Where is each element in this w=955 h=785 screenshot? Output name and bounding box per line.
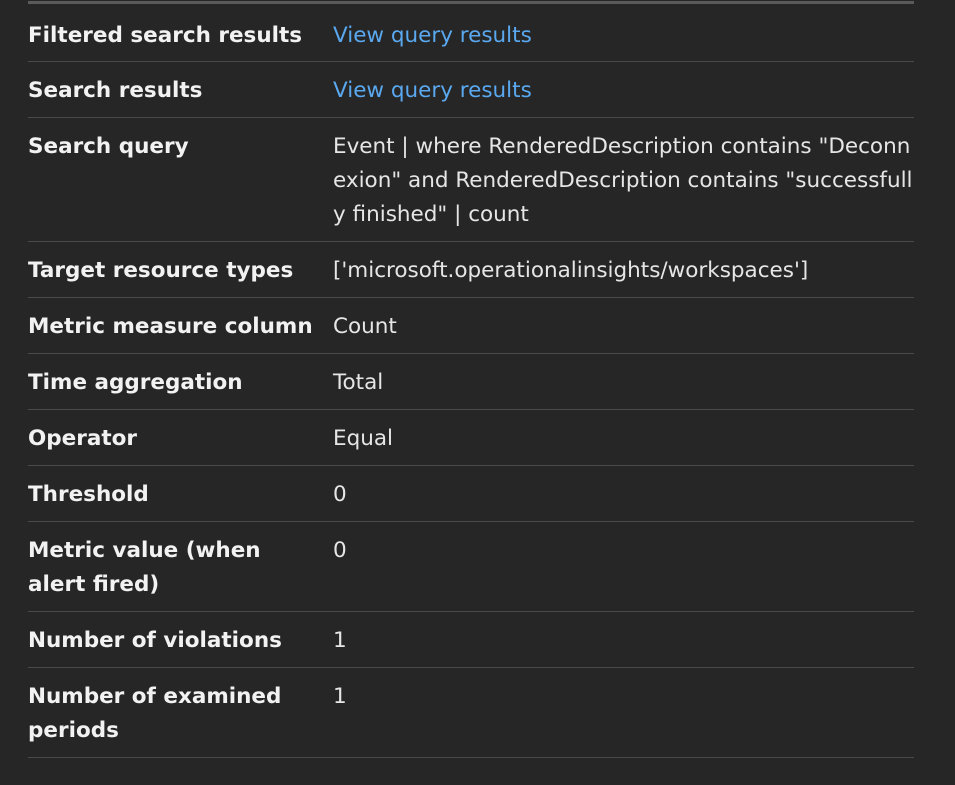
table-row-operator: Operator Equal bbox=[28, 409, 914, 466]
search-query-value: Event | where RenderedDescription contai… bbox=[333, 117, 914, 242]
alert-details-panel: Filtered search results View query resul… bbox=[28, 0, 914, 758]
table-row-time-aggregation: Time aggregation Total bbox=[28, 353, 914, 410]
row-label: Operator bbox=[28, 409, 333, 466]
alert-details-table: Filtered search results View query resul… bbox=[28, 4, 914, 758]
row-label: Target resource types bbox=[28, 241, 333, 298]
row-value: View query results bbox=[333, 61, 914, 118]
row-label: Filtered search results bbox=[28, 4, 333, 62]
row-value: 1 bbox=[333, 611, 914, 668]
table-row-threshold: Threshold 0 bbox=[28, 465, 914, 522]
view-query-results-link[interactable]: View query results bbox=[333, 78, 532, 103]
table-row-metric-value: Metric value (when alert fired) 0 bbox=[28, 521, 914, 612]
row-label: Time aggregation bbox=[28, 353, 333, 410]
row-value: 1 bbox=[333, 667, 914, 758]
row-label: Metric value (when alert fired) bbox=[28, 521, 333, 612]
filtered-view-query-results-link[interactable]: View query results bbox=[333, 23, 532, 48]
table-row-search-query: Search query Event | where RenderedDescr… bbox=[28, 117, 914, 242]
table-row-target-resource-types: Target resource types ['microsoft.operat… bbox=[28, 241, 914, 298]
row-value: Count bbox=[333, 297, 914, 354]
table-row-filtered-search-results: Filtered search results View query resul… bbox=[28, 4, 914, 62]
row-label: Number of violations bbox=[28, 611, 333, 668]
row-value: 0 bbox=[333, 465, 914, 522]
table-row-number-of-violations: Number of violations 1 bbox=[28, 611, 914, 668]
row-label: Threshold bbox=[28, 465, 333, 522]
row-value: Total bbox=[333, 353, 914, 410]
row-value: ['microsoft.operationalinsights/workspac… bbox=[333, 241, 914, 298]
row-label: Search results bbox=[28, 61, 333, 118]
row-value: 0 bbox=[333, 521, 914, 612]
table-row-metric-measure-column: Metric measure column Count bbox=[28, 297, 914, 354]
row-label: Number of examined periods bbox=[28, 667, 333, 758]
row-label: Metric measure column bbox=[28, 297, 333, 354]
table-row-search-results: Search results View query results bbox=[28, 61, 914, 118]
table-row-number-of-examined-periods: Number of examined periods 1 bbox=[28, 667, 914, 758]
row-label: Search query bbox=[28, 117, 333, 242]
row-value: Equal bbox=[333, 409, 914, 466]
row-value: View query results bbox=[333, 4, 914, 62]
